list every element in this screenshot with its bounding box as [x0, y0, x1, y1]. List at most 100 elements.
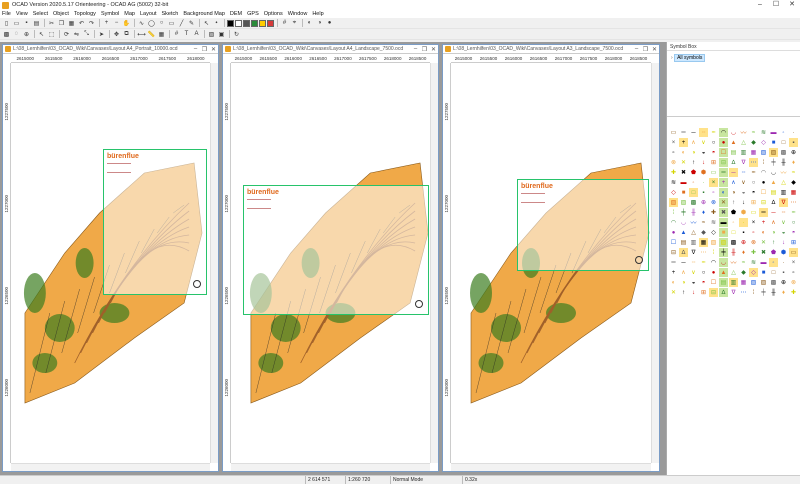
fill-icon[interactable]: ▩ [2, 30, 11, 39]
symbol-icon[interactable]: ◓ [749, 188, 758, 197]
symbol-icon[interactable]: ▨ [719, 238, 728, 247]
symbol-icon[interactable]: ⊕ [779, 278, 788, 287]
menu-item-file[interactable]: File [2, 11, 11, 17]
symbol-icon[interactable]: ○ [749, 178, 758, 187]
symbol-icon[interactable]: ♦ [789, 158, 798, 167]
color-swatch[interactable] [243, 19, 250, 27]
symbol-icon[interactable]: ☐ [669, 238, 678, 247]
symbol-icon[interactable]: ∨ [699, 138, 708, 147]
symbol-icon[interactable]: ⬢ [779, 248, 788, 257]
symbol-icon[interactable]: ◇ [709, 228, 718, 237]
symbol-icon[interactable]: ▩ [689, 198, 698, 207]
symbol-icon[interactable]: ∨ [739, 178, 748, 187]
symbol-icon[interactable]: ⊗ [669, 158, 678, 167]
symbol-icon[interactable]: ═ [759, 208, 768, 217]
document-window-2[interactable]: L:\08_Lernhilfen\03_OCAD_Wiki\Canvases\L… [222, 44, 439, 472]
symbol-icon[interactable]: ⁞ [759, 158, 768, 167]
symbol-icon[interactable]: 〰 [729, 258, 738, 267]
symbol-icon[interactable]: ▬ [719, 218, 728, 227]
symbol-icon[interactable]: ╫ [729, 248, 738, 257]
symbol-icon[interactable]: ╫ [779, 158, 788, 167]
symbol-icon[interactable]: ┅ [699, 258, 708, 267]
symbol-icon[interactable]: ─ [729, 168, 738, 177]
symbol-icon[interactable]: ○ [709, 138, 718, 147]
symbol-icon[interactable]: ◆ [749, 138, 758, 147]
symbol-icon[interactable]: ■ [769, 138, 778, 147]
symbol-icon[interactable]: ⁞ [749, 288, 758, 297]
symbol-icon[interactable]: ▥ [729, 278, 738, 287]
symbol-icon[interactable]: ⊗ [749, 238, 758, 247]
symbol-icon[interactable]: ╫ [689, 208, 698, 217]
symbol-icon[interactable]: ▬ [769, 128, 778, 137]
symbol-icon[interactable]: ⊟ [709, 288, 718, 297]
symbol-icon[interactable]: ▨ [679, 198, 688, 207]
symbol-icon[interactable]: ═ [679, 128, 688, 137]
symbol-icon[interactable]: ▥ [689, 238, 698, 247]
symbol-icon[interactable]: ↓ [699, 158, 708, 167]
menu-item-options[interactable]: Options [264, 11, 283, 17]
symbol-icon[interactable]: ╪ [679, 208, 688, 217]
symbol-icon[interactable]: ☐ [719, 148, 728, 157]
symbol-icon[interactable]: ◆ [739, 268, 748, 277]
symbol-icon[interactable]: ■ [759, 268, 768, 277]
symbol-icon[interactable]: ∧ [729, 178, 738, 187]
symbol-icon[interactable]: ○ [789, 218, 798, 227]
symbol-icon[interactable]: ▫ [789, 268, 798, 277]
symbol-icon[interactable]: ∆ [719, 288, 728, 297]
color-swatch[interactable] [235, 19, 242, 27]
vertical-scrollbar[interactable] [651, 63, 659, 463]
background-icon[interactable]: ▨ [207, 30, 216, 39]
symbol-icon[interactable]: ═ [669, 258, 678, 267]
document-window-1[interactable]: L:\08_Lernhilfen\03_OCAD_Wiki\Canvases\L… [2, 44, 219, 472]
symbol-icon[interactable]: ∧ [679, 268, 688, 277]
symbol-icon[interactable]: ≋ [759, 128, 768, 137]
symbol-icon[interactable]: □ [769, 268, 778, 277]
view-draft-icon[interactable]: ◑ [315, 19, 324, 28]
symbol-icon[interactable]: ◦ [729, 218, 738, 227]
symbol-icon[interactable]: ⊞ [709, 158, 718, 167]
symbol-icon[interactable]: ⊞ [749, 198, 758, 207]
menu-item-object[interactable]: Object [53, 11, 69, 17]
menu-item-topology[interactable]: Topology [74, 11, 96, 17]
symbol-icon[interactable]: ╪ [769, 158, 778, 167]
symbol-icon[interactable]: + [719, 178, 728, 187]
symbol-icon[interactable]: ◦ [689, 178, 698, 187]
symbol-icon[interactable]: ◠ [719, 128, 728, 137]
symbol-icon[interactable]: ≈ [699, 218, 708, 227]
copy-icon[interactable]: ❐ [57, 19, 66, 28]
symbol-icon[interactable]: ∇ [729, 288, 738, 297]
symbol-icon[interactable]: □ [729, 228, 738, 237]
pointer-icon[interactable]: ➤ [97, 30, 106, 39]
symbol-icon[interactable]: ≋ [749, 258, 758, 267]
draw-ellipse-icon[interactable]: ◯ [147, 19, 156, 28]
undo-icon[interactable]: ↶ [77, 19, 86, 28]
menu-item-view[interactable]: View [16, 11, 28, 17]
symbol-icon[interactable]: ≈ [789, 168, 798, 177]
symbol-icon[interactable]: ▲ [679, 228, 688, 237]
symbol-icon[interactable]: ▪ [699, 188, 708, 197]
symbol-icon[interactable]: ▭ [709, 168, 718, 177]
document-titlebar[interactable]: L:\08_Lernhilfen\03_OCAD_Wiki\Canvases\L… [443, 45, 659, 54]
symbol-icon[interactable]: ◒ [739, 188, 748, 197]
symbol-icon[interactable]: ◠ [669, 218, 678, 227]
symbol-icon[interactable]: ╫ [769, 288, 778, 297]
symbol-icon[interactable]: ⊞ [699, 288, 708, 297]
edit-point-icon[interactable]: ⬩ [212, 19, 221, 28]
symbol-icon[interactable]: ∇ [779, 198, 788, 207]
symbol-icon[interactable]: ▥ [779, 188, 788, 197]
symbol-icon[interactable]: ▤ [769, 188, 778, 197]
symbol-icon[interactable]: ┅ [749, 168, 758, 177]
symbol-icon[interactable]: ╌ [779, 208, 788, 217]
map-canvas[interactable]: bürenflue [451, 63, 651, 463]
symbol-icon[interactable]: ▧ [759, 148, 768, 157]
restore-icon[interactable]: ❐ [641, 46, 650, 53]
symbol-icon[interactable]: ↑ [689, 158, 698, 167]
symbol-icon[interactable]: ∇ [739, 158, 748, 167]
symbol-icon[interactable]: · [699, 178, 708, 187]
select-rect-icon[interactable]: ⬚ [47, 30, 56, 39]
new-file-icon[interactable]: ▯ [2, 19, 11, 28]
hand-icon[interactable]: ✋ [122, 19, 131, 28]
redo-icon[interactable]: ↷ [87, 19, 96, 28]
zoom-in-icon[interactable]: + [102, 19, 111, 28]
symbol-icon[interactable]: ⬟ [689, 168, 698, 177]
